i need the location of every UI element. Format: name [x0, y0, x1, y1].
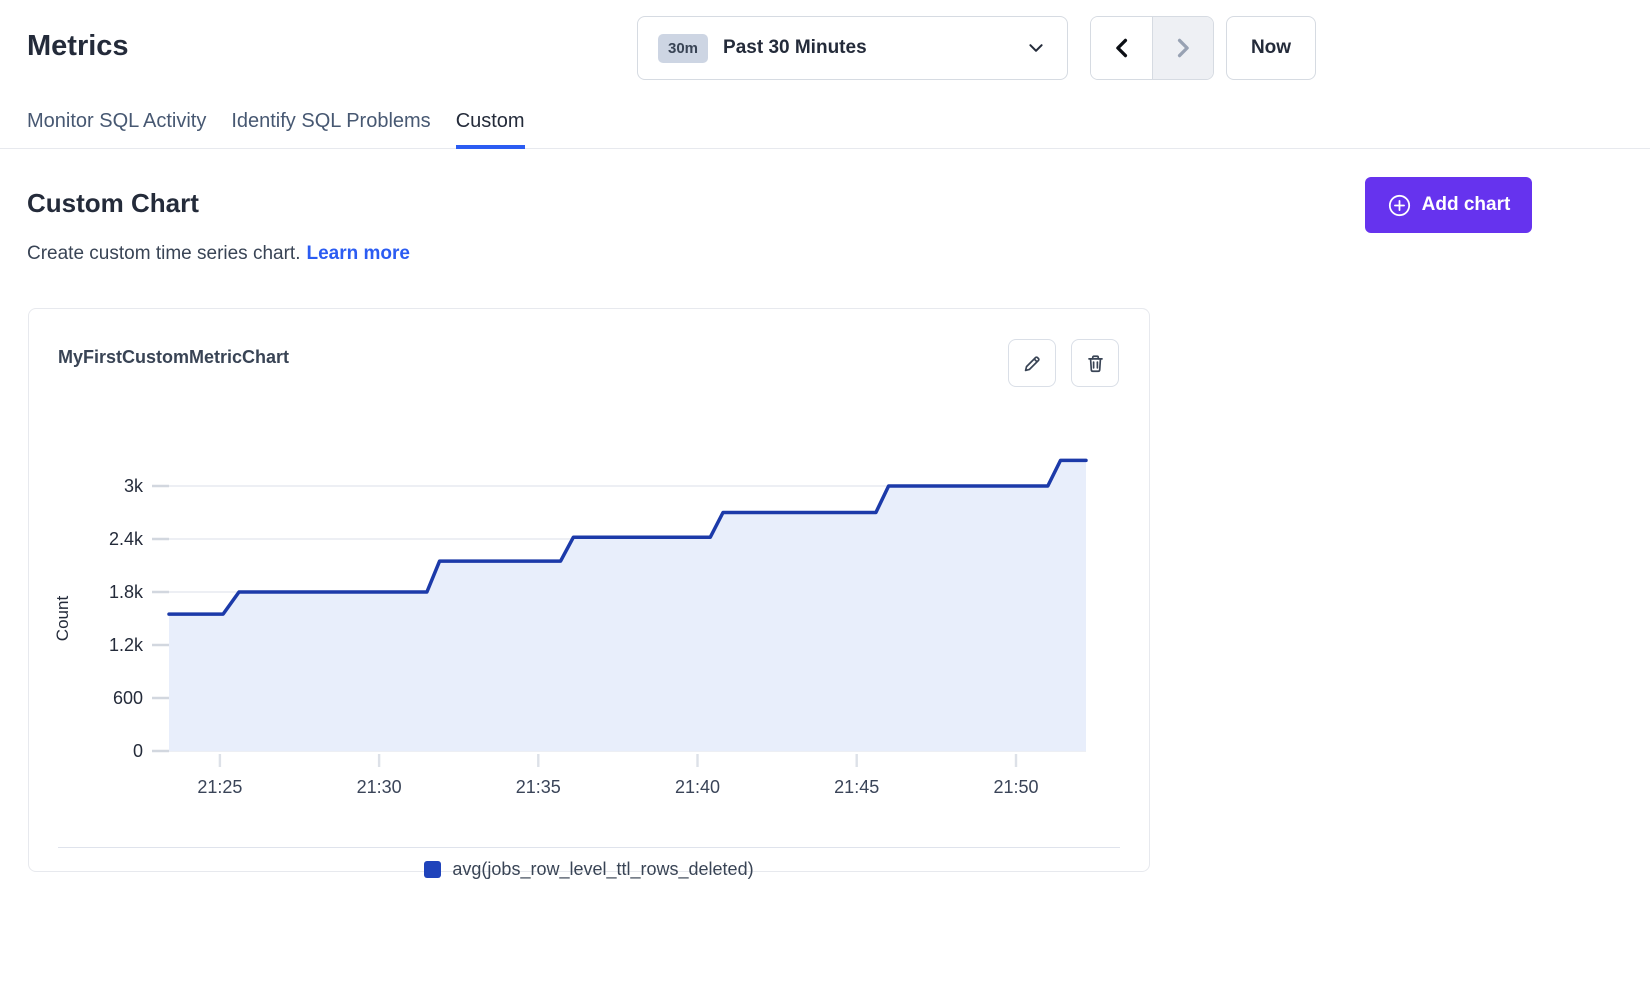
- time-range-picker[interactable]: 30m Past 30 Minutes: [637, 16, 1068, 80]
- section-title: Custom Chart: [27, 188, 199, 219]
- time-range-badge: 30m: [658, 34, 708, 63]
- time-nav-group: [1090, 16, 1214, 80]
- svg-text:21:45: 21:45: [834, 777, 879, 797]
- legend-swatch: [424, 861, 441, 878]
- chevron-right-icon: [1172, 37, 1194, 59]
- tab-monitor-sql-activity[interactable]: Monitor SQL Activity: [27, 98, 206, 149]
- metrics-page: Metrics 30m Past 30 Minutes Now Monitor …: [0, 0, 1650, 982]
- tab-identify-sql-problems[interactable]: Identify SQL Problems: [231, 98, 430, 149]
- svg-text:21:35: 21:35: [516, 777, 561, 797]
- svg-text:Count: Count: [53, 596, 72, 642]
- add-chart-label: Add chart: [1422, 194, 1511, 216]
- svg-text:600: 600: [113, 688, 143, 708]
- section-subtitle: Create custom time series chart. Learn mo…: [27, 243, 410, 265]
- edit-chart-button[interactable]: [1008, 339, 1056, 387]
- svg-text:21:50: 21:50: [993, 777, 1038, 797]
- time-range-label: Past 30 Minutes: [723, 37, 1012, 59]
- svg-text:0: 0: [133, 741, 143, 761]
- learn-more-link[interactable]: Learn more: [306, 243, 409, 264]
- metrics-tabs: Monitor SQL Activity Identify SQL Proble…: [0, 98, 1650, 149]
- plus-circle-icon: [1387, 193, 1412, 218]
- subtitle-text: Create custom time series chart.: [27, 243, 300, 264]
- chevron-left-icon: [1111, 37, 1133, 59]
- svg-text:21:25: 21:25: [197, 777, 242, 797]
- custom-chart-card: MyFirstCustomMetricChart 0 600 1.2k 1.8k 2.4…: [28, 308, 1150, 872]
- next-interval-button[interactable]: [1152, 17, 1213, 79]
- previous-interval-button[interactable]: [1091, 17, 1152, 79]
- page-title: Metrics: [27, 30, 129, 63]
- delete-chart-button[interactable]: [1071, 339, 1119, 387]
- chart-title: MyFirstCustomMetricChart: [58, 347, 289, 368]
- chart-legend: avg(jobs_row_level_ttl_rows_deleted): [29, 859, 1149, 880]
- now-button[interactable]: Now: [1226, 16, 1316, 80]
- svg-text:1.8k: 1.8k: [109, 582, 144, 602]
- custom-chart-svg: 0 600 1.2k 1.8k 2.4k 3k 21:25 21:30 21:35 21:40 21…: [41, 421, 1121, 806]
- svg-text:21:30: 21:30: [357, 777, 402, 797]
- legend-label: avg(jobs_row_level_ttl_rows_deleted): [452, 859, 753, 880]
- tab-custom[interactable]: Custom: [456, 98, 525, 149]
- svg-text:2.4k: 2.4k: [109, 529, 144, 549]
- svg-text:3k: 3k: [124, 476, 144, 496]
- card-divider: [58, 847, 1120, 848]
- svg-text:1.2k: 1.2k: [109, 635, 144, 655]
- pencil-icon: [1022, 353, 1043, 374]
- trash-icon: [1085, 353, 1106, 374]
- svg-text:21:40: 21:40: [675, 777, 720, 797]
- chevron-down-icon: [1027, 39, 1045, 57]
- add-chart-button[interactable]: Add chart: [1365, 177, 1532, 233]
